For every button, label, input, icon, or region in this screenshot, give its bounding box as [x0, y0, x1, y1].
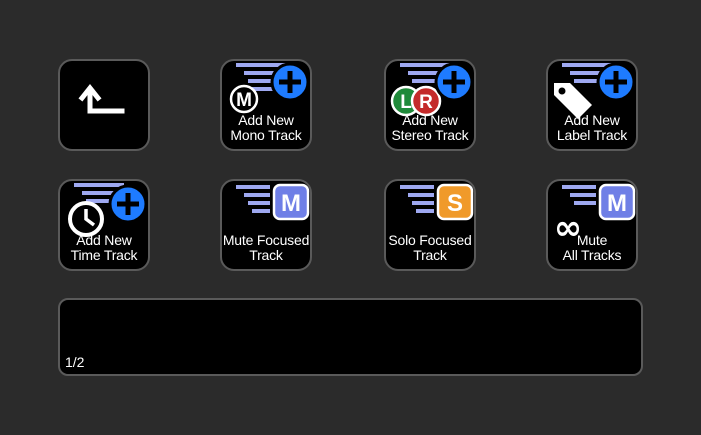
add-time-track-button[interactable]: Add New Time Track	[58, 179, 150, 271]
svg-text:R: R	[419, 92, 433, 113]
mute-focused-track-button[interactable]: M Mute Focused Track	[220, 179, 312, 271]
key-label: Add New Stereo Track	[391, 112, 469, 143]
touch-strip[interactable]: 1/2	[58, 298, 643, 376]
mono-glyph: M	[236, 90, 252, 111]
svg-text:S: S	[447, 190, 463, 217]
svg-text:M: M	[281, 190, 301, 217]
svg-text:L: L	[400, 92, 412, 113]
add-mono-track-button[interactable]: M Add New Mono Track	[220, 59, 312, 151]
key-label: Add New Label Track	[556, 112, 628, 143]
back-button[interactable]	[58, 59, 150, 151]
key-label: Mute All Tracks	[562, 232, 622, 263]
svg-text:M: M	[607, 190, 627, 217]
add-label-track-button[interactable]: Add New Label Track	[546, 59, 638, 151]
key-label: Add New Mono Track	[230, 112, 302, 143]
key-label: Solo Focused Track	[388, 232, 472, 263]
add-stereo-track-button[interactable]: L R Add New Stereo Track	[384, 59, 476, 151]
back-arrow-icon	[78, 83, 125, 114]
mute-all-tracks-button[interactable]: M ∞ Mute All Tracks	[546, 179, 638, 271]
key-label: Add New Time Track	[70, 232, 138, 263]
key-label: Mute Focused Track	[222, 232, 310, 263]
stream-deck-grid: M Add New Mono Track L R Add New Stereo Tr…	[0, 0, 701, 435]
solo-focused-track-button[interactable]: S Solo Focused Track	[384, 179, 476, 271]
page-indicator: 1/2	[65, 354, 85, 370]
